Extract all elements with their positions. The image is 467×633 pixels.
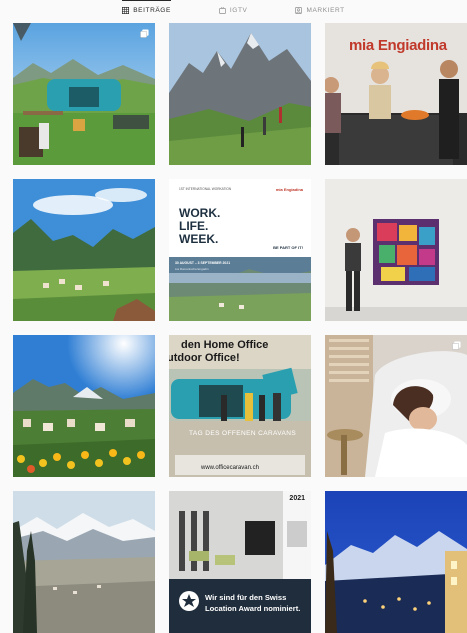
award-line: Location Award nominiert. (205, 604, 301, 613)
post-image (325, 335, 467, 477)
post-tile-sleeping-woman[interactable] (325, 335, 467, 477)
profile-tabs: BEITRÄGE IGTV MARKIERT (0, 0, 467, 20)
post-tile-valley-village[interactable] (13, 179, 155, 321)
tag-icon (295, 6, 303, 14)
igtv-icon (219, 6, 226, 14)
tab-posts[interactable]: BEITRÄGE (122, 0, 171, 20)
post-cta: BE PART OF IT! (273, 245, 303, 250)
post-image (13, 491, 155, 633)
post-title: WORK. LIFE. WEEK. (179, 206, 220, 247)
post-tile-office-caravan[interactable]: den Home Office utdoor Office! TAG DES O… (169, 335, 311, 477)
post-image (169, 179, 311, 321)
posts-grid: mia Engiadina mia Engiadina 1ST INTERNAT… (13, 23, 467, 633)
tab-posts-label: BEITRÄGE (133, 6, 171, 14)
tab-tagged[interactable]: MARKIERT (295, 0, 344, 20)
post-image (325, 491, 467, 633)
post-headline: utdoor Office! (169, 352, 240, 364)
post-image (169, 23, 311, 165)
post-tile-location-award[interactable]: 2021 Wir sind für den Swiss Location Awa… (169, 491, 311, 633)
post-tile-team-office[interactable]: mia Engiadina (325, 23, 467, 165)
post-image (13, 179, 155, 321)
multiple-images-icon (140, 29, 149, 38)
post-tile-work-life-week[interactable]: mia Engiadina 1ST INTERNATIONAL WORKATIO… (169, 179, 311, 321)
post-tile-man-with-painting[interactable] (325, 179, 467, 321)
tab-igtv[interactable]: IGTV (219, 0, 248, 20)
post-image (325, 179, 467, 321)
tab-tagged-label: MARKIERT (306, 6, 345, 14)
post-tile-village-flowers[interactable] (13, 335, 155, 477)
post-url: www.officecaravan.ch (201, 465, 259, 471)
post-tile-mountain-hikers[interactable] (169, 23, 311, 165)
post-tagline: TAG DES OFFENEN CARAVANS (189, 430, 297, 437)
post-award-text: Wir sind für den Swiss Location Award no… (205, 592, 300, 614)
post-tile-night-village[interactable] (325, 491, 467, 633)
post-intro-text: 1ST INTERNATIONAL WORKATION (179, 187, 232, 191)
post-tile-snowy-mountains[interactable] (13, 491, 155, 633)
post-image (13, 23, 155, 165)
post-tile-caravan-meadow[interactable] (13, 23, 155, 165)
tab-igtv-label: IGTV (229, 6, 248, 14)
grid-icon (122, 6, 130, 14)
post-date: 30 AUGUST – 3 SEPTEMBER 2021 (175, 261, 231, 265)
brand-logo: mia Engiadina (275, 187, 303, 192)
post-image (13, 335, 155, 477)
award-line: Wir sind für den Swiss (205, 593, 287, 602)
multiple-images-icon (452, 341, 461, 350)
title-line: WEEK. (179, 232, 219, 247)
post-location: Lia Rumantscha Engadin (175, 267, 209, 271)
post-headline: den Home Office (181, 339, 269, 351)
brand-logo: mia Engiadina (349, 37, 447, 54)
post-year: 2021 (289, 495, 305, 502)
